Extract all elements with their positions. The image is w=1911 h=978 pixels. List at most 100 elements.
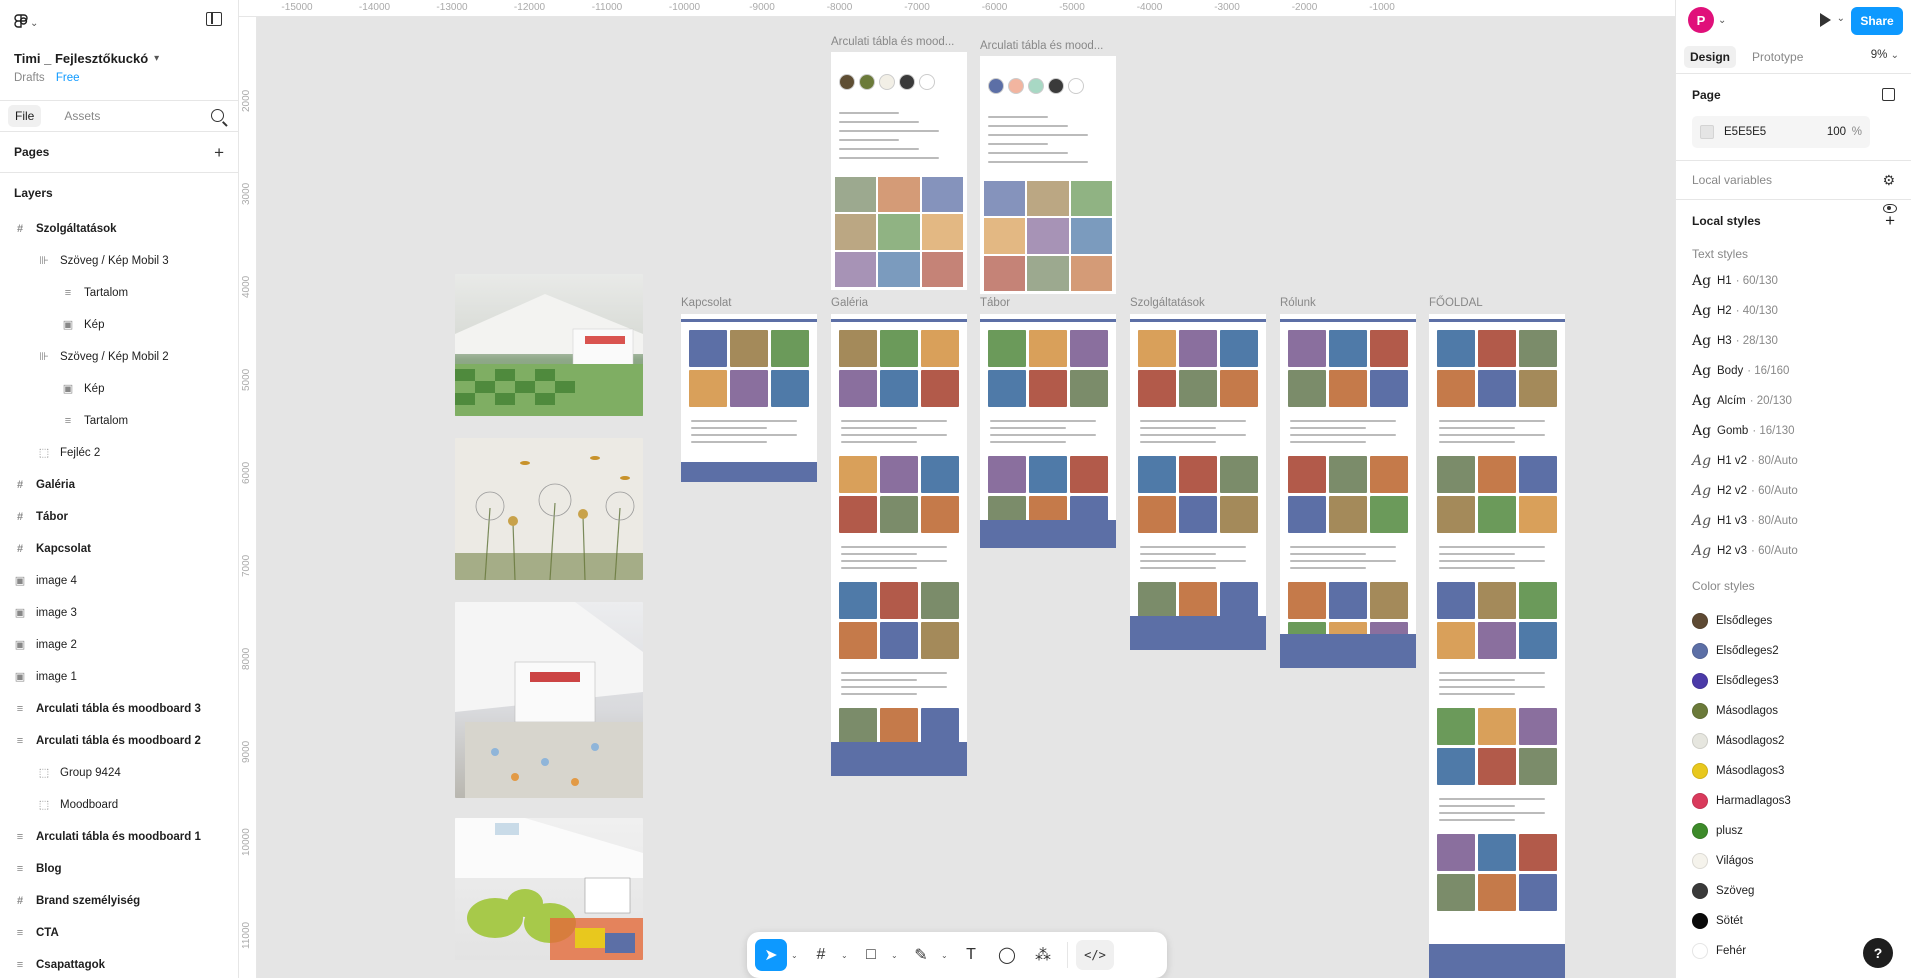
text-style-item[interactable]: Ag H3 · 28/130 [1692, 326, 1895, 356]
text-style-item[interactable]: Ag Body · 16/160 [1692, 356, 1895, 386]
image-3[interactable] [455, 602, 643, 798]
moodboard-frame[interactable] [980, 56, 1116, 294]
layer-row[interactable]: ▣ image 1 [0, 661, 238, 693]
color-style-item[interactable]: Harmadlagos3 [1692, 786, 1895, 816]
frame-label[interactable]: FŐOLDAL [1429, 297, 1483, 309]
page-styles-icon[interactable] [1882, 88, 1895, 101]
page-frame[interactable] [831, 314, 967, 776]
move-tool-button[interactable]: ➤ [755, 939, 787, 971]
add-page-icon[interactable]: + [214, 143, 224, 163]
drafts-link[interactable]: Drafts [14, 72, 45, 84]
moodboard-frame[interactable] [831, 52, 967, 290]
variables-icon[interactable]: ⚙ [1882, 172, 1895, 189]
comment-tool-button[interactable]: ◯ [991, 939, 1023, 971]
text-style-item[interactable]: Ag Gomb · 16/130 [1692, 416, 1895, 446]
zoom-dropdown[interactable]: 9% ⌄ [1871, 49, 1899, 61]
pen-tool-button[interactable]: ✎ [905, 939, 937, 971]
color-style-item[interactable]: Másodlagos [1692, 696, 1895, 726]
color-style-item[interactable]: Elsődleges3 [1692, 666, 1895, 696]
page-frame[interactable] [1130, 314, 1266, 650]
color-style-item[interactable]: Sötét [1692, 906, 1895, 936]
dev-mode-toggle[interactable]: </> [1076, 940, 1114, 970]
page-color-swatch[interactable] [1700, 125, 1714, 139]
text-style-item[interactable]: Ag H1 v2 · 80/Auto [1692, 446, 1895, 476]
layer-row[interactable]: ⬚ Group 9424 [0, 757, 238, 789]
layer-row[interactable]: ⬚ Fejléc 2 [0, 437, 238, 469]
add-style-icon[interactable]: + [1885, 211, 1895, 231]
frame-label[interactable]: Galéria [831, 297, 868, 309]
layer-row[interactable]: # Galéria [0, 469, 238, 501]
layer-row[interactable]: ▣ Kép [0, 373, 238, 405]
text-style-item[interactable]: Ag H2 v3 · 60/Auto [1692, 536, 1895, 566]
help-button[interactable]: ? [1863, 938, 1893, 968]
color-style-item[interactable]: Elsődleges2 [1692, 636, 1895, 666]
text-style-item[interactable]: Ag H1 · 60/130 [1692, 266, 1895, 296]
layer-row[interactable]: ▣ image 4 [0, 565, 238, 597]
text-tool-button[interactable]: T [955, 939, 987, 971]
share-button[interactable]: Share [1851, 7, 1903, 35]
image-4[interactable] [455, 818, 643, 960]
page-frame[interactable] [980, 314, 1116, 548]
frame-label[interactable]: Arculati tábla és mood... [831, 36, 954, 48]
layer-row[interactable]: ⊪ Szöveg / Kép Mobil 3 [0, 245, 238, 277]
chevron-down-icon[interactable]: ⌄ [1718, 15, 1726, 26]
chevron-down-icon[interactable]: ⌄ [941, 951, 951, 960]
text-style-item[interactable]: Ag H1 v3 · 80/Auto [1692, 506, 1895, 536]
tab-design[interactable]: Design [1684, 45, 1737, 68]
frame-label[interactable]: Rólunk [1280, 297, 1316, 309]
layer-row[interactable]: ≡ CTA [0, 917, 238, 949]
search-icon[interactable] [211, 109, 224, 122]
color-style-item[interactable]: Elsődleges [1692, 606, 1895, 636]
layer-row[interactable]: ≡ Arculati tábla és moodboard 2 [0, 725, 238, 757]
page-frame[interactable] [1280, 314, 1416, 668]
main-menu-button[interactable]: ⌄ [14, 12, 224, 35]
text-style-item[interactable]: Ag H2 · 40/130 [1692, 296, 1895, 326]
layer-row[interactable]: # Kapcsolat [0, 533, 238, 565]
layer-row[interactable]: ▣ image 2 [0, 629, 238, 661]
frame-label[interactable]: Arculati tábla és mood... [980, 40, 1103, 52]
page-frame[interactable] [681, 314, 817, 482]
layer-row[interactable]: ⊪ Szöveg / Kép Mobil 2 [0, 341, 238, 373]
layer-row[interactable]: ≡ Tartalom [0, 277, 238, 309]
tab-prototype[interactable]: Prototype [1746, 46, 1809, 68]
color-style-item[interactable]: plusz [1692, 816, 1895, 846]
image-2[interactable] [455, 438, 643, 580]
frame-label[interactable]: Szolgáltatások [1130, 297, 1205, 309]
page-color-field[interactable]: E5E5E5 100 % [1692, 116, 1870, 148]
page-frame[interactable] [1429, 314, 1565, 978]
layer-row[interactable]: # Tábor [0, 501, 238, 533]
frame-tool-button[interactable]: # [805, 939, 837, 971]
chevron-down-icon[interactable]: ⌄ [1837, 13, 1845, 24]
layer-row[interactable]: ▣ Kép [0, 309, 238, 341]
actions-tool-button[interactable]: ⁂ [1027, 939, 1059, 971]
page-opacity-value[interactable]: 100 [1827, 126, 1846, 138]
chevron-down-icon[interactable]: ⌄ [791, 951, 801, 960]
canvas[interactable]: Arculati tábla és mood... Arculati tábla … [258, 18, 1675, 978]
tab-assets[interactable]: Assets [57, 105, 107, 127]
text-style-item[interactable]: Ag H2 v2 · 60/Auto [1692, 476, 1895, 506]
sidebar-toggle-icon[interactable] [206, 12, 222, 26]
layer-row[interactable]: ≡ Csapattagok [0, 949, 238, 978]
layer-row[interactable]: ≡ Tartalom [0, 405, 238, 437]
image-1[interactable] [455, 274, 643, 416]
color-style-item[interactable]: Másodlagos2 [1692, 726, 1895, 756]
text-style-item[interactable]: Ag Alcím · 20/130 [1692, 386, 1895, 416]
frame-label[interactable]: Tábor [980, 297, 1010, 309]
color-style-item[interactable]: Szöveg [1692, 876, 1895, 906]
color-style-item[interactable]: Világos [1692, 846, 1895, 876]
chevron-down-icon[interactable]: ⌄ [841, 951, 851, 960]
rectangle-tool-button[interactable]: □ [855, 939, 887, 971]
color-style-item[interactable]: Másodlagos3 [1692, 756, 1895, 786]
chevron-down-icon[interactable]: ⌄ [891, 951, 901, 960]
layer-row[interactable]: ≡ Blog [0, 853, 238, 885]
layer-row[interactable]: ▣ image 3 [0, 597, 238, 629]
tab-file[interactable]: File [8, 105, 42, 127]
plan-badge[interactable]: Free [56, 72, 80, 84]
page-color-value[interactable]: E5E5E5 [1724, 126, 1766, 138]
layer-row[interactable]: # Brand személyiség [0, 885, 238, 917]
layer-row[interactable]: ≡ Arculati tábla és moodboard 3 [0, 693, 238, 725]
layer-row[interactable]: ≡ Arculati tábla és moodboard 1 [0, 821, 238, 853]
local-variables-row[interactable]: Local variables ⚙ [1692, 161, 1895, 199]
layer-row[interactable]: ⬚ Moodboard [0, 789, 238, 821]
present-play-icon[interactable] [1820, 13, 1831, 27]
